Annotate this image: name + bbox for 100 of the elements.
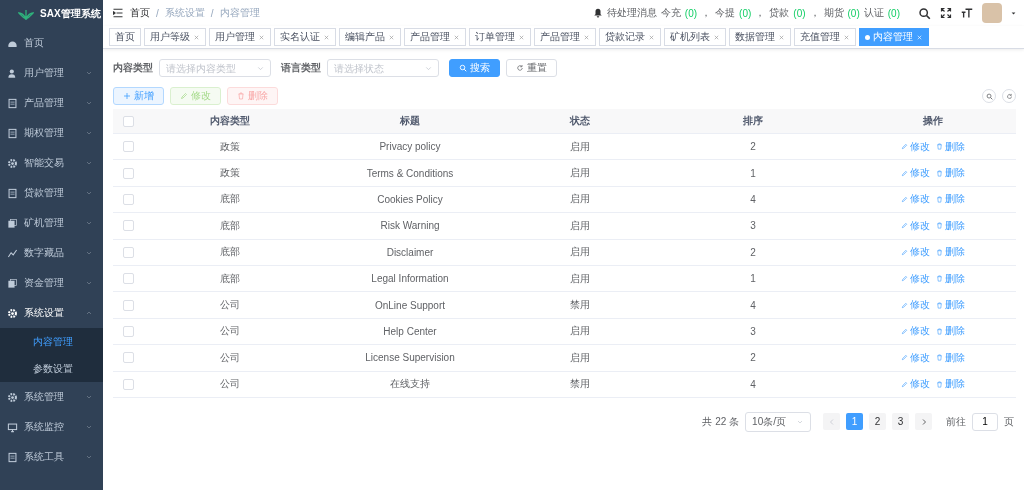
search-toggle-button[interactable] [982, 89, 996, 103]
page-tab[interactable]: 编辑产品 [339, 28, 401, 46]
submenu-item[interactable]: 参数设置 [0, 355, 103, 382]
row-checkbox[interactable] [122, 273, 134, 285]
column-header: 内容类型 [210, 114, 250, 128]
goto-suffix: 页 [1004, 414, 1014, 429]
menu-icon [7, 277, 18, 289]
chevron-down-icon [85, 279, 93, 287]
trash-icon [935, 327, 943, 335]
sidebar-menu-item[interactable]: 系统管理 [0, 382, 103, 412]
sidebar-menu-item[interactable]: 系统设置 [0, 298, 103, 328]
page-tab[interactable]: 贷款记录 [599, 28, 661, 46]
goto-page-field[interactable]: 1 [972, 412, 998, 431]
fullscreen-icon[interactable] [940, 7, 952, 19]
search-icon[interactable] [918, 6, 931, 20]
table-cell: 底部 [220, 192, 240, 207]
trash-icon [935, 143, 943, 151]
column-header: 排序 [743, 114, 763, 128]
table-cell: 1 [750, 167, 756, 179]
row-checkbox[interactable] [122, 167, 134, 179]
table-cell: 启用 [570, 192, 590, 207]
close-icon [323, 33, 330, 41]
sidebar-menu-item[interactable]: 产品管理 [0, 88, 103, 118]
row-checkbox[interactable] [122, 352, 134, 364]
sidebar-menu-item[interactable]: 矿机管理 [0, 208, 103, 238]
reset-button[interactable]: 重置 [506, 59, 557, 77]
chevron-down-icon [85, 393, 93, 401]
counter-value: (0) [793, 7, 806, 19]
table-cell: 启用 [570, 271, 590, 286]
next-page-button[interactable] [915, 413, 932, 431]
row-checkbox[interactable] [122, 193, 134, 205]
filter-label: 内容类型 [113, 61, 153, 75]
page-tab[interactable]: 实名认证 [274, 28, 336, 46]
trash-icon [935, 222, 943, 230]
close-icon [843, 33, 850, 41]
breadcrumb-item[interactable]: 首页 [130, 6, 150, 20]
row-checkbox[interactable] [122, 325, 134, 337]
menu-icon [7, 451, 18, 463]
menu-icon [7, 187, 18, 199]
row-checkbox[interactable] [122, 246, 134, 258]
table-cell: Cookies Policy [377, 193, 443, 205]
page-tab[interactable]: 用户等级 [144, 28, 206, 46]
page-tab[interactable]: 首页 [109, 28, 141, 46]
table-cell: 启用 [570, 166, 590, 181]
sidebar-menu-item[interactable]: 期权管理 [0, 118, 103, 148]
row-checkbox[interactable] [122, 299, 134, 311]
table-cell: Legal Information [371, 273, 449, 285]
chevron-down-icon [424, 64, 433, 73]
sidebar-menu-item[interactable]: 用户管理 [0, 58, 103, 88]
search-icon [459, 64, 467, 72]
page-button[interactable]: 3 [892, 413, 909, 431]
counter-label: 期货 [823, 6, 844, 20]
table-cell: Help Center [383, 325, 437, 337]
sidebar-menu-item[interactable]: 资金管理 [0, 268, 103, 298]
column-header: 操作 [922, 114, 943, 128]
chevron-down-icon [85, 249, 93, 257]
page-button[interactable]: 2 [869, 413, 886, 431]
page-tab[interactable]: 订单管理 [469, 28, 531, 46]
font-size-icon[interactable] [961, 7, 973, 19]
chevron-down-icon [85, 423, 93, 431]
select-all-checkbox[interactable] [122, 115, 134, 127]
prev-page-button[interactable] [823, 413, 840, 431]
row-checkbox[interactable] [122, 220, 134, 232]
notice-title: 待处理消息 [606, 6, 657, 20]
page-tab[interactable]: 数据管理 [729, 28, 791, 46]
pencil-icon [900, 275, 908, 283]
pencil-icon [900, 248, 908, 256]
sidebar-menu-item[interactable]: 首页 [0, 28, 103, 58]
sidebar-menu-item[interactable]: 数字藏品 [0, 238, 103, 268]
sidebar-menu-item[interactable]: 系统监控 [0, 412, 103, 442]
trash-icon [935, 169, 943, 177]
table-cell: 政策 [220, 166, 240, 181]
row-checkbox[interactable] [122, 141, 134, 153]
table-cell: 底部 [220, 271, 240, 286]
table-cell: Disclaimer [386, 246, 434, 258]
close-icon [713, 33, 720, 41]
row-checkbox[interactable] [122, 378, 134, 390]
page-size-select[interactable]: 10条/页 [745, 411, 811, 432]
table-cell: 2 [750, 246, 756, 258]
table-cell: 4 [750, 299, 756, 311]
sidebar-menu-item[interactable]: 贷款管理 [0, 178, 103, 208]
submenu-item[interactable]: 内容管理 [0, 328, 103, 355]
search-icon [985, 92, 993, 100]
sidebar-menu-item[interactable]: 智能交易 [0, 148, 103, 178]
active-dot [865, 34, 870, 40]
refresh-button[interactable] [1002, 89, 1016, 103]
close-icon [388, 33, 395, 41]
table-cell: 启用 [570, 324, 590, 339]
page-tab[interactable]: 用户管理 [209, 28, 271, 46]
menu-fold-icon [112, 7, 124, 19]
avatar[interactable] [982, 3, 1002, 23]
menu-icon [7, 421, 18, 433]
filter-label: 语言类型 [281, 61, 321, 75]
sidebar-menu-item[interactable]: 系统工具 [0, 442, 103, 472]
page-tab[interactable]: 产品管理 [534, 28, 596, 46]
page-tab[interactable]: 矿机列表 [664, 28, 726, 46]
trash-icon [935, 275, 943, 283]
page-tab[interactable]: 充值管理 [794, 28, 856, 46]
page-tab[interactable]: 产品管理 [404, 28, 466, 46]
counter-label: 贷款 [769, 6, 790, 20]
